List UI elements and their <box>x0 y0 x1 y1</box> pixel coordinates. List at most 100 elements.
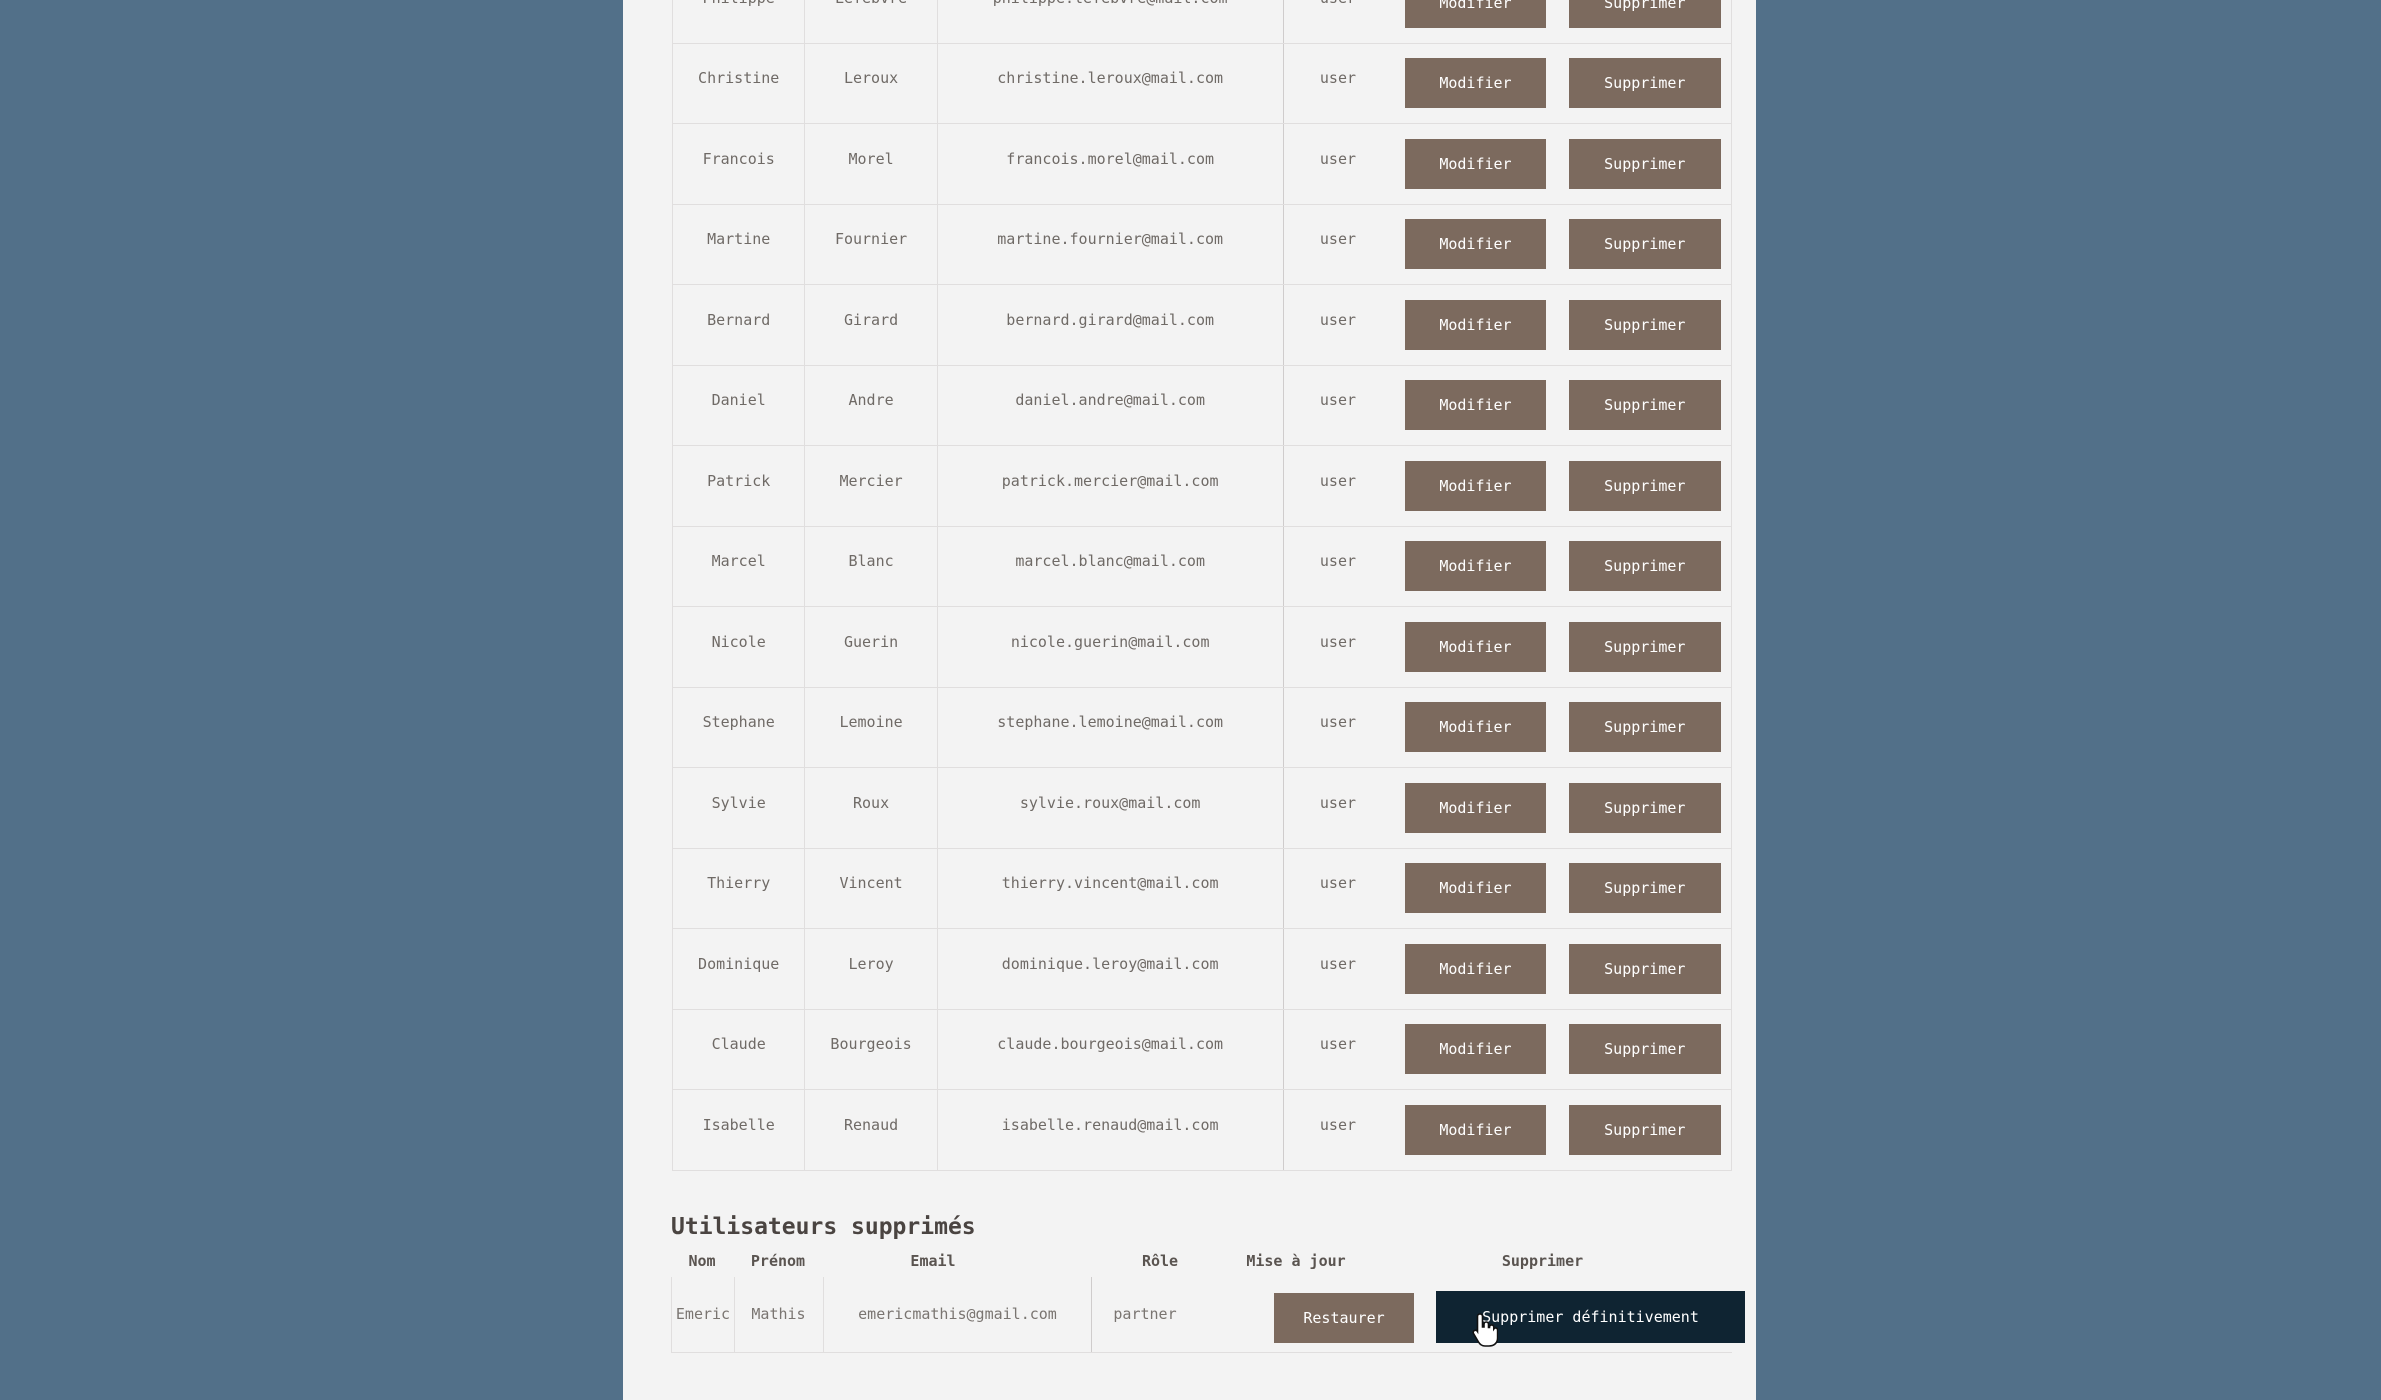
user-email-text: daniel.andre@mail.com <box>1015 391 1205 410</box>
user-prenom-text: Morel <box>848 149 894 168</box>
modify-button[interactable]: Modifier <box>1404 0 1546 28</box>
user-prenom: Renaud <box>804 1089 938 1171</box>
user-email-text: nicole.guerin@mail.com <box>1010 632 1210 651</box>
modify-button[interactable]: Modifier <box>1404 460 1546 511</box>
user-nom-text: Isabelle <box>702 1115 775 1134</box>
delete-cell: Supprimer <box>1558 123 1732 205</box>
delete-button[interactable]: Supprimer <box>1568 1104 1721 1155</box>
delete-button[interactable]: Supprimer <box>1568 782 1721 833</box>
user-role-text: user <box>1319 632 1357 651</box>
modify-button[interactable]: Modifier <box>1404 219 1546 270</box>
user-email: claude.bourgeois@mail.com <box>937 1009 1284 1090</box>
user-role-text: user <box>1319 69 1357 88</box>
delete-cell: Supprimer <box>1558 767 1732 849</box>
user-email: marcel.blanc@mail.com <box>937 526 1284 607</box>
delete-cell: Supprimer <box>1558 204 1732 285</box>
user-role-text: user <box>1319 793 1357 812</box>
modify-cell: Modifier <box>1392 606 1559 688</box>
user-row: Dominique Leroy dominique.leroy@mail.com us… <box>671 928 1732 1010</box>
user-prenom-text: Fournier <box>834 230 908 249</box>
delete-cell: Supprimer <box>1558 606 1732 688</box>
user-role: user <box>1282 43 1393 124</box>
user-nom: Sylvie <box>671 767 806 849</box>
user-row: Christine Leroux christine.leroux@mail.com… <box>671 43 1732 124</box>
user-prenom-text: Lemoine <box>839 713 903 732</box>
user-prenom: Guerin <box>804 606 938 688</box>
modify-button[interactable]: Modifier <box>1404 1024 1546 1075</box>
modify-cell: Modifier <box>1392 0 1559 44</box>
user-prenom-text: Guerin <box>843 632 899 651</box>
delete-button[interactable]: Supprimer <box>1568 621 1721 672</box>
modify-button[interactable]: Modifier <box>1404 863 1546 914</box>
user-prenom-text: Renaud <box>843 1115 899 1134</box>
user-prenom-text: Lefebvre <box>835 0 907 7</box>
user-nom-text: Sylvie <box>711 793 766 812</box>
user-prenom: Bourgeois <box>804 1009 938 1090</box>
modify-button[interactable]: Modifier <box>1404 138 1546 189</box>
user-nom: Marcel <box>671 526 806 607</box>
delete-cell: Supprimer <box>1558 687 1732 768</box>
user-nom-text: Thierry <box>707 874 771 893</box>
user-nom-text: Dominique <box>698 954 780 973</box>
delete-button[interactable]: Supprimer <box>1568 702 1721 753</box>
restore-button[interactable]: Restaurer <box>1274 1293 1414 1343</box>
modify-cell: Modifier <box>1392 445 1559 527</box>
user-role: user <box>1282 204 1393 285</box>
user-prenom-text: Vincent <box>839 874 903 893</box>
modify-button[interactable]: Modifier <box>1404 380 1546 431</box>
delete-button[interactable]: Supprimer <box>1568 541 1721 592</box>
user-email: philippe.lefebvre@mail.com <box>937 0 1284 44</box>
deleted-user-nom: Emeric <box>671 1277 735 1352</box>
modify-button[interactable]: Modifier <box>1404 541 1546 592</box>
modify-button[interactable]: Modifier <box>1404 943 1546 994</box>
user-nom: Francois <box>671 123 806 205</box>
deleted-user-role: partner <box>1091 1277 1198 1352</box>
delete-button[interactable]: Supprimer <box>1568 58 1721 109</box>
modify-button[interactable]: Modifier <box>1404 782 1546 833</box>
modify-cell: Modifier <box>1392 123 1559 205</box>
users-table: Philippe Lefebvre philippe.lefebvre@mail.c… <box>671 0 1732 1171</box>
user-nom: Bernard <box>671 284 806 366</box>
modify-button[interactable]: Modifier <box>1404 299 1546 350</box>
user-row: Patrick Mercier patrick.mercier@mail.com us… <box>671 445 1732 527</box>
user-email: francois.morel@mail.com <box>937 123 1284 205</box>
modify-cell: Modifier <box>1392 284 1559 366</box>
user-email: stephane.lemoine@mail.com <box>937 687 1284 768</box>
delete-cell: Supprimer <box>1558 445 1732 527</box>
delete-button[interactable]: Supprimer <box>1568 460 1721 511</box>
user-nom-text: Francois <box>702 149 775 168</box>
delete-button[interactable]: Supprimer <box>1568 0 1721 28</box>
user-prenom: Girard <box>804 284 938 366</box>
modify-button[interactable]: Modifier <box>1404 621 1546 672</box>
modify-button[interactable]: Modifier <box>1404 702 1546 753</box>
delete-button[interactable]: Supprimer <box>1568 380 1721 431</box>
user-nom: Stephane <box>671 687 806 768</box>
user-prenom: Lemoine <box>804 687 938 768</box>
modify-button[interactable]: Modifier <box>1404 1104 1546 1155</box>
user-nom-text: Stephane <box>702 713 775 732</box>
delete-button[interactable]: Supprimer <box>1568 219 1721 270</box>
user-prenom-text: Blanc <box>848 552 894 571</box>
modify-button[interactable]: Modifier <box>1404 58 1546 109</box>
page-panel: Philippe Lefebvre philippe.lefebvre@mail.c… <box>623 0 1756 1400</box>
user-role: user <box>1282 284 1393 366</box>
user-role: user <box>1282 445 1393 527</box>
user-role-text: user <box>1319 874 1357 893</box>
delete-button[interactable]: Supprimer <box>1568 863 1721 914</box>
user-row: Claude Bourgeois claude.bourgeois@mail.com… <box>671 1009 1732 1090</box>
user-nom: Daniel <box>671 365 806 446</box>
user-nom: Dominique <box>671 928 806 1010</box>
user-email-text: christine.leroux@mail.com <box>997 69 1224 88</box>
user-role: user <box>1282 928 1393 1010</box>
delete-cell: Supprimer <box>1558 0 1732 44</box>
user-email: sylvie.roux@mail.com <box>937 767 1284 849</box>
deleted-header-nom: Nom <box>688 1252 716 1270</box>
user-email: martine.fournier@mail.com <box>937 204 1284 285</box>
delete-button[interactable]: Supprimer <box>1568 943 1721 994</box>
modify-cell: Modifier <box>1392 365 1559 446</box>
hand-pointer-icon <box>1472 1313 1498 1347</box>
delete-button[interactable]: Supprimer <box>1568 299 1721 350</box>
user-email-text: claude.bourgeois@mail.com <box>997 1035 1224 1054</box>
delete-button[interactable]: Supprimer <box>1568 138 1721 189</box>
delete-button[interactable]: Supprimer <box>1568 1024 1721 1075</box>
